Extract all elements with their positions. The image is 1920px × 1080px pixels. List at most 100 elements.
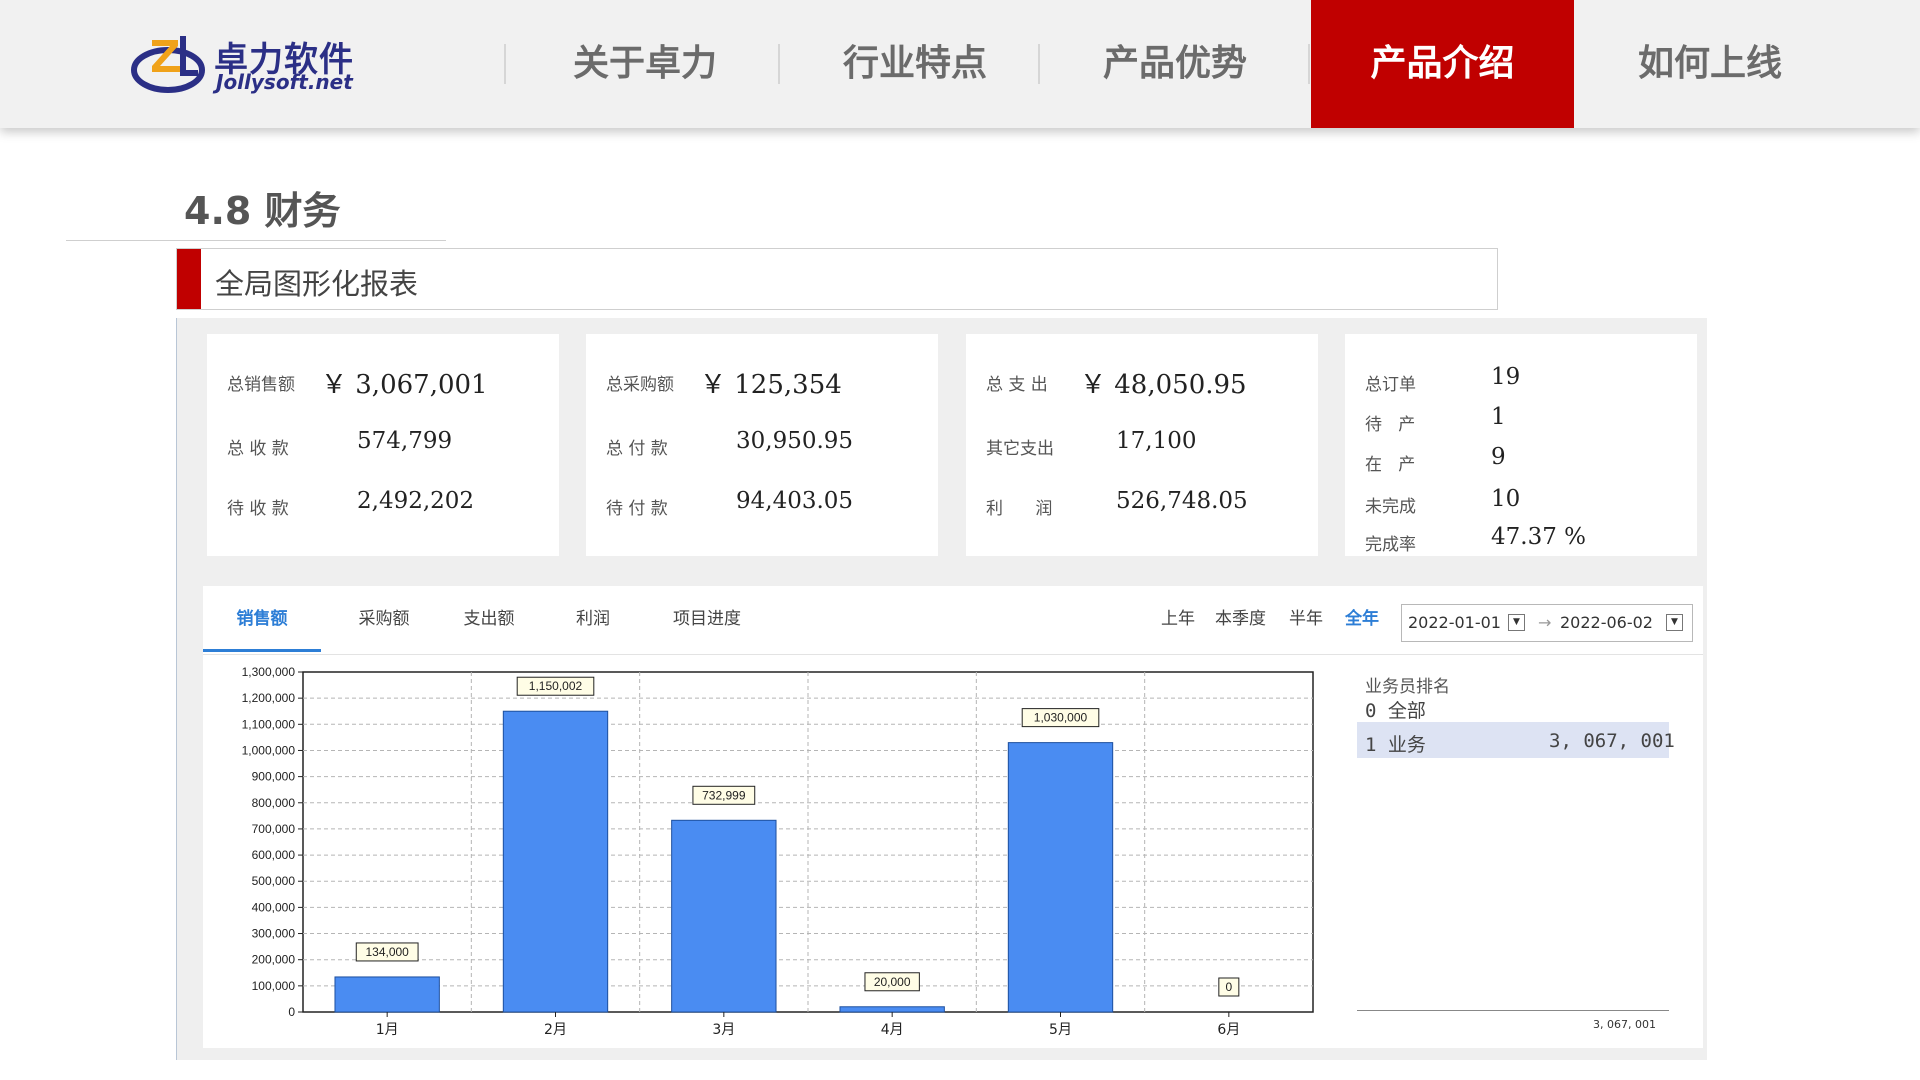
bar-3: [671, 819, 777, 1013]
purchase-pending-value: 94,403.05: [736, 488, 854, 514]
nav-item-industry[interactable]: 行业特点: [790, 0, 1040, 128]
orders-unfinished-label: 未完成: [1365, 497, 1416, 517]
nav-separator: [504, 44, 506, 84]
data-label: 134,000: [365, 945, 409, 959]
y-tick-label: 600,000: [252, 848, 296, 862]
orders-total-value: 19: [1491, 364, 1521, 390]
orders-inprod-value: 9: [1491, 444, 1506, 470]
nav-separator: [1038, 44, 1040, 84]
tab-expense[interactable]: 支出额: [439, 586, 539, 652]
tab-sales[interactable]: 销售额: [203, 586, 321, 652]
finance-report-panel: 总销售额 ￥ 3,067,001 总 收 款 574,799 待 收 款 2,4…: [176, 318, 1707, 1060]
expense-other-label: 其它支出: [986, 439, 1054, 459]
bar-2: [502, 710, 609, 1013]
range-last-year[interactable]: 上年: [1161, 586, 1195, 652]
nav-item-advantages[interactable]: 产品优势: [1050, 0, 1300, 128]
x-tick-label: 4月: [881, 1022, 904, 1038]
x-tick-label: 6月: [1217, 1022, 1240, 1038]
ranking-axis: [1357, 1010, 1669, 1011]
x-tick-label: 1月: [376, 1022, 399, 1038]
range-this-quarter[interactable]: 本季度: [1215, 586, 1266, 652]
end-date-input[interactable]: 2022-06-02: [1560, 613, 1653, 632]
sales-bar-chart: 0 100,000 200,000 300,000 400,000 500,000 600,…: [242, 665, 1314, 1038]
y-tick-label: 700,000: [252, 822, 296, 836]
nav-item-go-live[interactable]: 如何上线: [1580, 0, 1840, 128]
purchase-pending-label: 待 付 款: [606, 499, 668, 519]
start-date-dropdown-icon[interactable]: ▼: [1508, 614, 1525, 631]
nav-separator: [1308, 44, 1310, 84]
subsection-accent-bar: [177, 249, 201, 309]
sales-received-value: 574,799: [357, 428, 453, 454]
orders-waiting-label: 待 产: [1365, 415, 1416, 435]
tab-project-progress[interactable]: 项目进度: [647, 586, 767, 652]
subsection-header: 全局图形化报表: [176, 248, 1498, 310]
ranking-item-salesperson[interactable]: 1 业务: [1365, 730, 1426, 757]
sales-pending-label: 待 收 款: [227, 499, 289, 519]
date-range-picker: 2022-01-01 ▼ → 2022-06-02 ▼: [1401, 604, 1693, 642]
purchase-paid-value: 30,950.95: [736, 428, 854, 454]
orders-total-label: 总订单: [1365, 375, 1416, 395]
expense-total-label: 总 支 出: [986, 375, 1048, 395]
y-tick-label: 1,300,000: [242, 665, 296, 679]
orders-unfinished-value: 10: [1491, 486, 1521, 512]
profit-label: 利 润: [986, 499, 1053, 519]
jollysoft-logo-icon: [131, 36, 205, 93]
orders-inprod-label: 在 产: [1365, 455, 1416, 475]
tab-purchase[interactable]: 采购额: [329, 586, 439, 652]
nav-item-about[interactable]: 关于卓力: [520, 0, 770, 128]
data-label: 732,999: [702, 788, 746, 802]
sales-total-value: ￥ 3,067,001: [321, 370, 488, 400]
end-date-dropdown-icon[interactable]: ▼: [1666, 614, 1683, 631]
sales-received-label: 总 收 款: [227, 439, 289, 459]
tab-profit[interactable]: 利润: [543, 586, 643, 652]
y-tick-label: 0: [288, 1005, 295, 1019]
range-full-year[interactable]: 全年: [1345, 586, 1379, 652]
bar-5: [1007, 742, 1114, 1013]
nav-separator: [778, 44, 780, 84]
subsection-title: 全局图形化报表: [215, 267, 419, 301]
sales-total-label: 总销售额: [227, 375, 295, 395]
date-range-arrow: →: [1538, 613, 1552, 632]
start-date-input[interactable]: 2022-01-01: [1408, 613, 1501, 632]
purchase-total-value: ￥ 125,354: [700, 370, 842, 400]
x-tick-label: 5月: [1049, 1022, 1072, 1038]
expense-summary-card: 总 支 出 ￥ 48,050.95 其它支出 17,100 利 润 526,74…: [966, 334, 1318, 556]
sales-summary-card: 总销售额 ￥ 3,067,001 总 收 款 574,799 待 收 款 2,4…: [207, 334, 559, 556]
orders-summary-card: 总订单 19 待 产 1 在 产 9 未完成 10 完成率 47.37 %: [1345, 334, 1697, 556]
orders-rate-value: 47.37 %: [1491, 524, 1587, 550]
y-tick-label: 100,000: [252, 979, 296, 993]
ranking-item-salesperson-value: 3, 067, 001: [1549, 730, 1675, 752]
data-label: 1,150,002: [529, 679, 583, 693]
section-title: 4.8 财务: [184, 189, 341, 233]
purchase-total-label: 总采购额: [606, 375, 674, 395]
y-tick-label: 800,000: [252, 796, 296, 810]
report-tabs: 销售额 采购额 支出额 利润 项目进度 上年 本季度 半年 全年 2022-01…: [203, 586, 1703, 655]
sales-chart-container: 销售额 采购额 支出额 利润 项目进度 上年 本季度 半年 全年 2022-01…: [203, 586, 1703, 1048]
top-navigation-bar: 卓力软件 Jollysoft.net 关于卓力 行业特点 产品优势 产品介绍 如…: [0, 0, 1920, 128]
ranking-axis-label: 3, 067, 001: [1593, 1018, 1656, 1031]
purchase-summary-card: 总采购额 ￥ 125,354 总 付 款 30,950.95 待 付 款 94,…: [586, 334, 938, 556]
y-tick-label: 300,000: [252, 927, 296, 941]
y-tick-label: 1,000,000: [242, 743, 296, 757]
expense-other-value: 17,100: [1116, 428, 1197, 454]
nav-item-products[interactable]: 产品介绍: [1311, 0, 1574, 128]
bar-4: [839, 1006, 945, 1013]
orders-rate-label: 完成率: [1365, 535, 1416, 555]
brand-logo[interactable]: 卓力软件 Jollysoft.net: [130, 30, 370, 100]
orders-waiting-value: 1: [1491, 404, 1506, 430]
section-divider: [66, 240, 446, 241]
x-tick-label: 3月: [712, 1022, 735, 1038]
data-label: 20,000: [874, 975, 911, 989]
y-tick-label: 200,000: [252, 953, 296, 967]
purchase-paid-label: 总 付 款: [606, 439, 668, 459]
y-tick-label: 900,000: [252, 770, 296, 784]
y-tick-label: 500,000: [252, 874, 296, 888]
range-half-year[interactable]: 半年: [1289, 586, 1323, 652]
ranking-title: 业务员排名: [1365, 677, 1450, 697]
y-tick-label: 1,100,000: [242, 717, 296, 731]
brand-name-en: Jollysoft.net: [216, 70, 353, 94]
expense-total-value: ￥ 48,050.95: [1080, 370, 1247, 400]
ranking-item-all[interactable]: 0 全部: [1365, 696, 1426, 723]
profit-value: 526,748.05: [1116, 488, 1248, 514]
bar-1: [334, 976, 440, 1013]
